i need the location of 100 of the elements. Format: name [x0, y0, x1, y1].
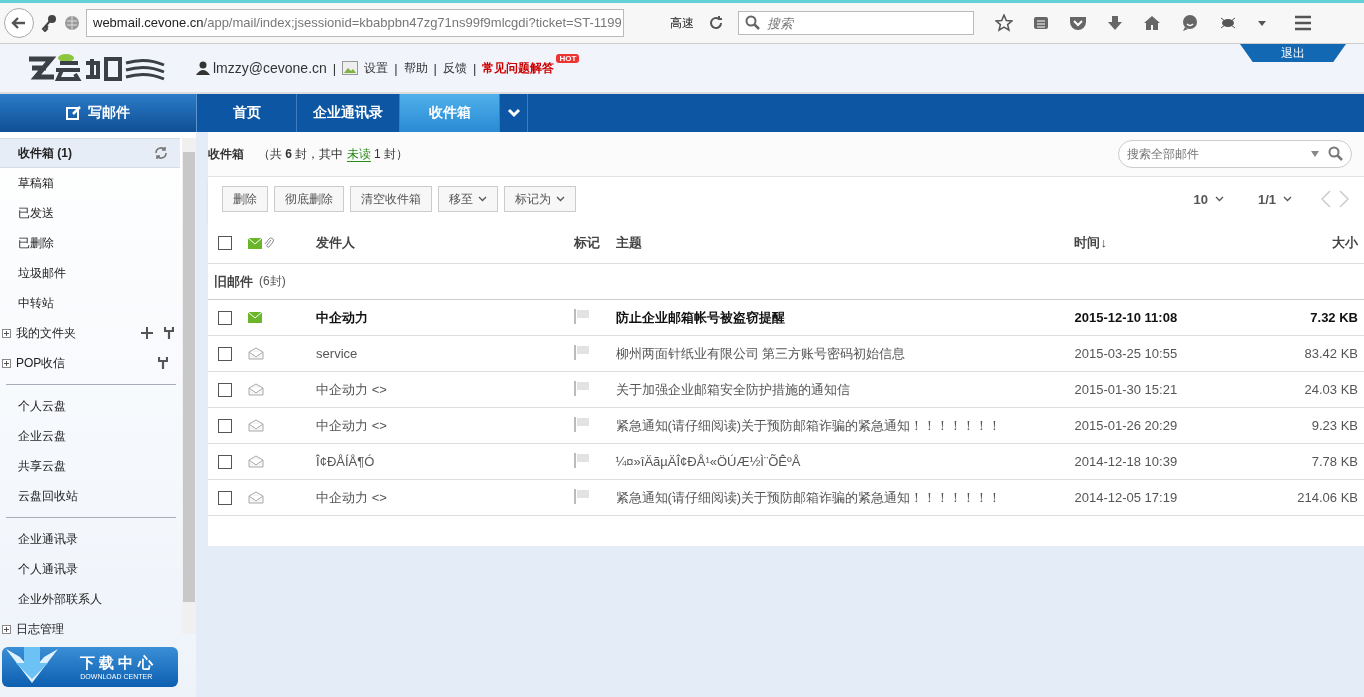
- wrench-icon[interactable]: [164, 327, 174, 339]
- home-icon[interactable]: [1143, 15, 1161, 31]
- sidebar-item[interactable]: 个人通讯录: [0, 554, 180, 584]
- sidebar-item[interactable]: 日志管理: [0, 614, 180, 644]
- time-cell-text: 2014-12-05 17:19: [1074, 490, 1179, 505]
- toolbar-button[interactable]: 移至: [438, 186, 498, 212]
- search-icon: [745, 15, 761, 31]
- column-header[interactable]: 时间↓: [1074, 234, 1240, 252]
- sidebar-item[interactable]: 共享云盘: [0, 451, 180, 481]
- sidebar-item[interactable]: 收件箱 (1): [0, 138, 180, 168]
- separator: |: [332, 60, 337, 76]
- reload-icon[interactable]: [708, 15, 724, 31]
- toolbar-button[interactable]: 彻底删除: [274, 186, 344, 212]
- toolbar-button[interactable]: 清空收件箱: [350, 186, 432, 212]
- toolbar-button[interactable]: 删除: [222, 186, 268, 212]
- scrollbar[interactable]: [182, 138, 196, 634]
- reader-icon[interactable]: [1033, 15, 1049, 31]
- sidebar-item[interactable]: 已删除: [0, 228, 180, 258]
- wrench-icon[interactable]: [158, 357, 168, 369]
- subject-cell[interactable]: 紧急通知(请仔细阅读)关于预防邮箱诈骗的紧急通知！！！！！！！: [615, 416, 1075, 435]
- sidebar-item[interactable]: 企业外部联系人: [0, 584, 180, 614]
- sidebar-item[interactable]: POP收信: [0, 348, 180, 378]
- row-checkbox[interactable]: [217, 310, 232, 325]
- subject-cell[interactable]: ¼¤»îÄãµÄÎ¢ÐÅ¹«ÖÚÆ½Ì¨ÕÊºÅ: [615, 454, 1075, 469]
- user-email: lmzzy@cevone.cn: [213, 60, 327, 76]
- bug-icon[interactable]: [1219, 16, 1237, 30]
- mailbox-summary: （共 6 封，其中 未读 1 封）: [258, 145, 409, 163]
- sidebar-item[interactable]: 草稿箱: [0, 168, 180, 198]
- row-checkbox[interactable]: [217, 418, 232, 433]
- group-count: (6封): [259, 273, 286, 290]
- separator: |: [433, 60, 437, 76]
- sidebar-item[interactable]: 中转站: [0, 288, 180, 318]
- time-cell-text: 2015-03-25 10:55: [1074, 346, 1179, 361]
- expand-icon[interactable]: [2, 328, 11, 338]
- header-link[interactable]: 常见问题解答: [482, 59, 555, 77]
- dropdown-icon[interactable]: [1257, 19, 1267, 27]
- size-cell-text: 83.42 KB: [1303, 346, 1359, 361]
- column-header[interactable]: 标记: [573, 234, 616, 252]
- chevron-down-icon: [1283, 196, 1292, 202]
- time-cell-text: 2014-12-18 10:39: [1074, 454, 1179, 469]
- sidebar-item[interactable]: 企业云盘: [0, 421, 180, 451]
- refresh-icon[interactable]: [154, 146, 168, 160]
- expand-icon[interactable]: [2, 358, 11, 368]
- expand-icon[interactable]: [2, 624, 11, 634]
- sidebar-item[interactable]: 云盘回收站: [0, 481, 180, 511]
- add-icon[interactable]: [141, 327, 153, 339]
- column-header[interactable]: 主题: [615, 234, 1075, 252]
- column-header[interactable]: 发件人: [316, 234, 574, 252]
- sidebar-item[interactable]: 已发送: [0, 198, 180, 228]
- subject-cell[interactable]: 防止企业邮箱帐号被盗窃提醒: [615, 308, 1075, 327]
- key-icon: [40, 14, 58, 32]
- sender-cell-text: service: [316, 346, 359, 361]
- chevron-down-icon: [556, 196, 565, 202]
- column-header[interactable]: 大小: [1239, 234, 1364, 252]
- sidebar-item[interactable]: 我的文件夹: [0, 318, 180, 348]
- globe-icon: [64, 15, 80, 31]
- chevron-down-icon: [1214, 196, 1224, 202]
- select-all-checkbox[interactable]: [217, 236, 232, 250]
- page-select[interactable]: 1/1: [1251, 190, 1298, 208]
- size-cell-text: 9.23 KB: [1310, 418, 1359, 433]
- subject-cell[interactable]: 关于加强企业邮箱安全防护措施的通知信: [615, 380, 1075, 399]
- sender-cell-text: 中企动力 <>: [316, 416, 388, 435]
- row-checkbox[interactable]: [217, 346, 232, 361]
- chevron-down-icon: [506, 108, 521, 118]
- search-field[interactable]: 搜索: [738, 11, 974, 35]
- header-link[interactable]: 帮助: [403, 59, 428, 77]
- subject-cell[interactable]: 柳州两面针纸业有限公司 第三方账号密码初始信息: [615, 344, 1075, 363]
- sidebar-item[interactable]: 企业通讯录: [0, 524, 180, 554]
- toolbar-button[interactable]: 标记为: [504, 186, 576, 212]
- mail-search-field[interactable]: 搜索全部邮件: [1118, 140, 1352, 168]
- header-link[interactable]: 设置: [364, 59, 389, 77]
- row-checkbox[interactable]: [217, 454, 232, 469]
- mailbox-title: 收件箱: [208, 145, 244, 163]
- download-icon[interactable]: [1107, 15, 1123, 31]
- group-label: 旧邮件: [213, 272, 253, 291]
- menu-icon[interactable]: [1294, 15, 1312, 31]
- logout-button[interactable]: 退出: [1240, 44, 1346, 62]
- chat-icon[interactable]: [1181, 14, 1199, 32]
- per-page-select[interactable]: 10: [1187, 190, 1230, 208]
- picture-icon[interactable]: [342, 61, 359, 75]
- speed-label[interactable]: 高速: [670, 14, 694, 32]
- size-cell-text: 24.03 KB: [1303, 382, 1359, 397]
- pocket-icon[interactable]: [1069, 15, 1087, 31]
- dropdown-icon[interactable]: [1310, 150, 1320, 158]
- unread-link[interactable]: 未读: [346, 146, 371, 162]
- row-checkbox[interactable]: [217, 382, 232, 397]
- sidebar-item[interactable]: 垃圾邮件: [0, 258, 180, 288]
- separator: |: [394, 60, 398, 76]
- star-icon[interactable]: [995, 14, 1013, 32]
- search-icon[interactable]: [1328, 146, 1344, 162]
- subject-cell[interactable]: 紧急通知(请仔细阅读)关于预防邮箱诈骗的紧急通知！！！！！！！: [615, 488, 1075, 507]
- sender-cell-text: Î¢ÐÅÍÅ¶Ó: [316, 454, 376, 469]
- sidebar-item[interactable]: 个人云盘: [0, 391, 180, 421]
- time-cell-text: 2015-12-10 11:08: [1074, 310, 1179, 325]
- compose-button[interactable]: 写邮件: [0, 94, 197, 132]
- size-cell-text: 7.78 KB: [1310, 454, 1359, 469]
- back-button[interactable]: [4, 8, 34, 38]
- header-link[interactable]: 反馈: [443, 59, 467, 77]
- row-checkbox[interactable]: [217, 490, 232, 505]
- address-bar[interactable]: webmail.cevone.cn/app/mail/index;jsessionid=kbabpbn47zg71ns99f9mlcgdi?ticket=ST-1199: [86, 9, 624, 37]
